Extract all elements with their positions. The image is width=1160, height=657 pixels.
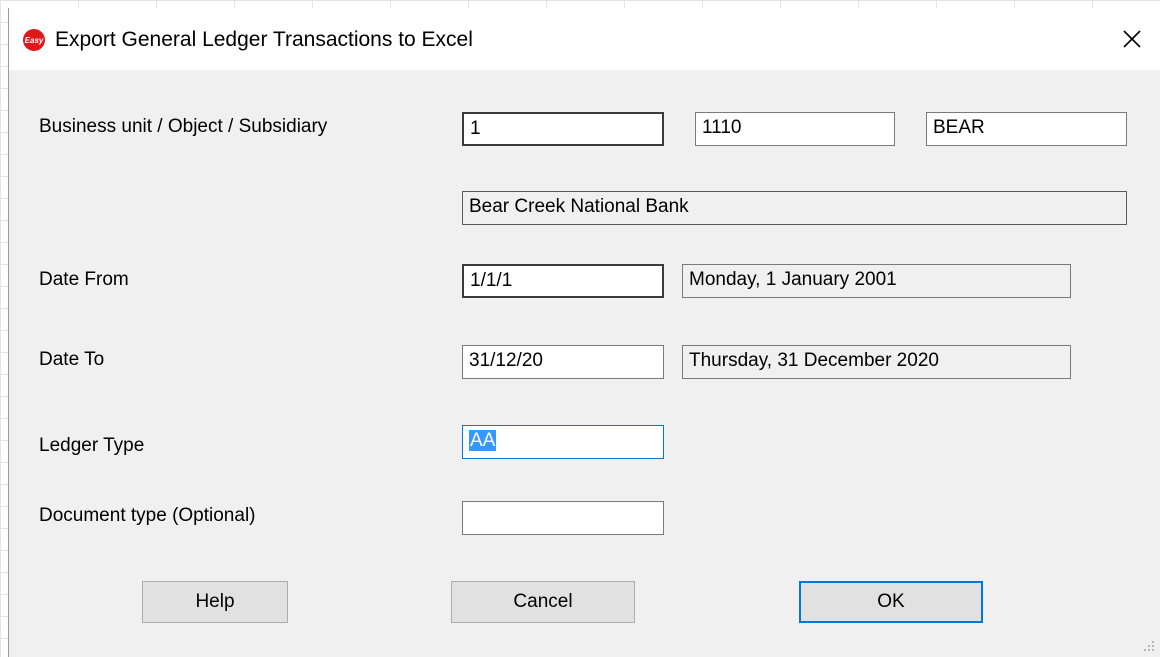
date-to-input[interactable]: 31/12/20 [462,345,664,379]
close-icon [1123,30,1141,48]
export-dialog: Easy Export General Ledger Transactions … [8,8,1160,657]
document-type-label: Document type (Optional) [39,505,256,526]
cancel-button[interactable]: Cancel [451,581,635,623]
date-from-long-display: Monday, 1 January 2001 [682,264,1071,298]
object-input[interactable]: 1110 [695,112,895,146]
document-type-input[interactable] [462,501,664,535]
date-to-long-display: Thursday, 31 December 2020 [682,345,1071,379]
title-bar[interactable]: Easy Export General Ledger Transactions … [9,8,1160,70]
date-from-label: Date From [39,269,129,290]
business-unit-input[interactable]: 1 [462,112,664,146]
help-button[interactable]: Help [142,581,288,623]
ledger-type-label: Ledger Type [39,435,145,456]
window-title: Export General Ledger Transactions to Ex… [55,28,473,51]
date-from-input[interactable]: 1/1/1 [462,264,664,298]
app-icon-text: Easy [24,35,44,45]
business-unit-label: Business unit / Object / Subsidiary [39,116,328,137]
ledger-type-input[interactable]: AA [462,425,664,459]
close-button[interactable] [1104,8,1160,70]
easy-logo-icon: Easy [23,29,45,51]
ledger-type-selected-text: AA [469,430,497,451]
resize-grip-icon[interactable] [1140,637,1156,653]
date-to-label: Date To [39,349,105,370]
ok-button[interactable]: OK [799,581,983,623]
subsidiary-input[interactable]: BEAR [926,112,1127,146]
account-description-field: Bear Creek National Bank [462,191,1127,225]
